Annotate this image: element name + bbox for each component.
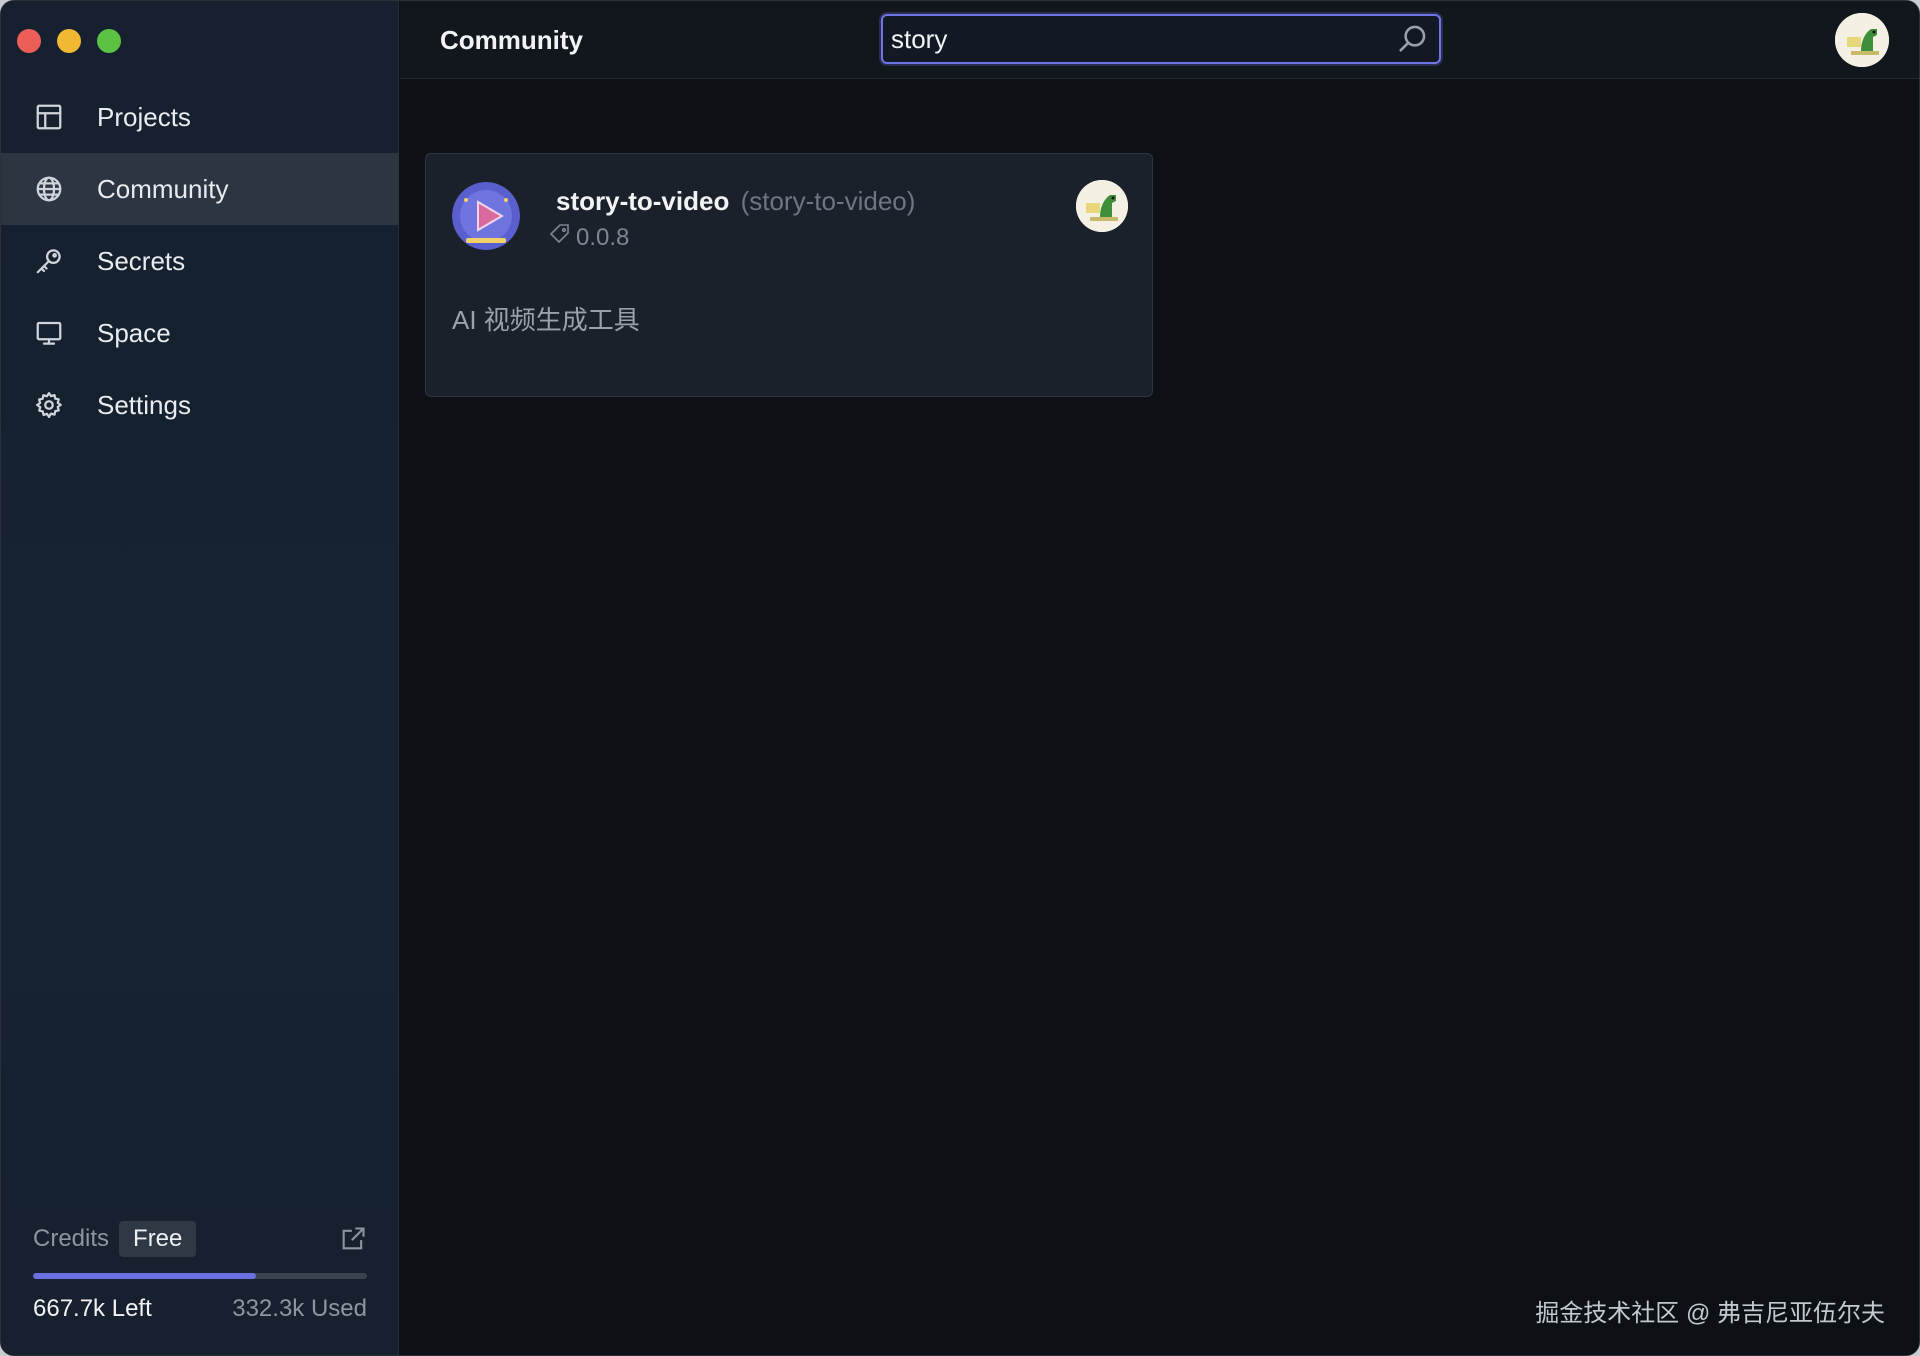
traffic-lights — [17, 29, 121, 53]
key-icon — [33, 245, 65, 277]
credits-progress-fill — [33, 1273, 257, 1279]
play-icon — [452, 182, 520, 250]
top-bar: Community — [400, 1, 1919, 79]
result-version: 0.0.8 — [548, 222, 629, 253]
sidebar-item-secrets[interactable]: Secrets — [1, 225, 399, 297]
search-input[interactable] — [891, 22, 1381, 56]
sidebar: Projects Community Secrets Space Setting… — [1, 1, 399, 1355]
sidebar-item-label: Projects — [97, 101, 191, 132]
credits-used: 332.3k Used — [232, 1295, 367, 1322]
sidebar-item-label: Settings — [97, 389, 191, 420]
plan-badge: Free — [119, 1221, 197, 1257]
author-avatar[interactable] — [1076, 180, 1128, 232]
sidebar-item-projects[interactable]: Projects — [1, 81, 399, 153]
search-icon[interactable] — [1395, 22, 1429, 56]
globe-icon — [33, 173, 65, 205]
sidebar-item-label: Community — [97, 173, 229, 204]
app-window: Projects Community Secrets Space Setting… — [0, 0, 1920, 1356]
result-slug: (story-to-video) — [740, 186, 916, 216]
credits-panel: Credits Free 667.7k Left 332.3k Used — [33, 1219, 367, 1323]
watermark: 掘金技术社区 @ 弗吉尼亚伍尔夫 — [1535, 1300, 1885, 1327]
sidebar-item-settings[interactable]: Settings — [1, 369, 399, 441]
sidebar-nav: Projects Community Secrets Space Setting… — [1, 81, 399, 441]
credits-progress-bar — [33, 1273, 367, 1279]
result-name[interactable]: story-to-video — [556, 186, 729, 216]
monitor-icon — [33, 317, 65, 349]
credits-left: 667.7k Left — [33, 1295, 152, 1322]
gear-icon — [33, 389, 65, 421]
tag-icon — [548, 222, 576, 253]
result-title: story-to-video (story-to-video) — [556, 186, 915, 217]
minimize-window-button[interactable] — [57, 29, 81, 53]
search-box — [881, 14, 1441, 64]
sidebar-item-space[interactable]: Space — [1, 297, 399, 369]
grid-icon — [33, 101, 65, 133]
result-card[interactable]: story-to-video (story-to-video) 0.0.8 AI — [425, 153, 1153, 397]
credits-label: Credits — [33, 1225, 110, 1252]
result-description: AI 视频生成工具 — [452, 305, 640, 335]
external-link-icon[interactable] — [339, 1225, 367, 1253]
sidebar-item-label: Secrets — [97, 245, 186, 276]
sidebar-item-label: Space — [97, 317, 171, 348]
sidebar-item-community[interactable]: Community — [1, 153, 399, 225]
zoom-window-button[interactable] — [97, 29, 121, 53]
page-title: Community — [440, 25, 583, 55]
version-label: 0.0.8 — [576, 223, 630, 251]
user-avatar[interactable] — [1835, 13, 1889, 67]
close-window-button[interactable] — [17, 29, 41, 53]
